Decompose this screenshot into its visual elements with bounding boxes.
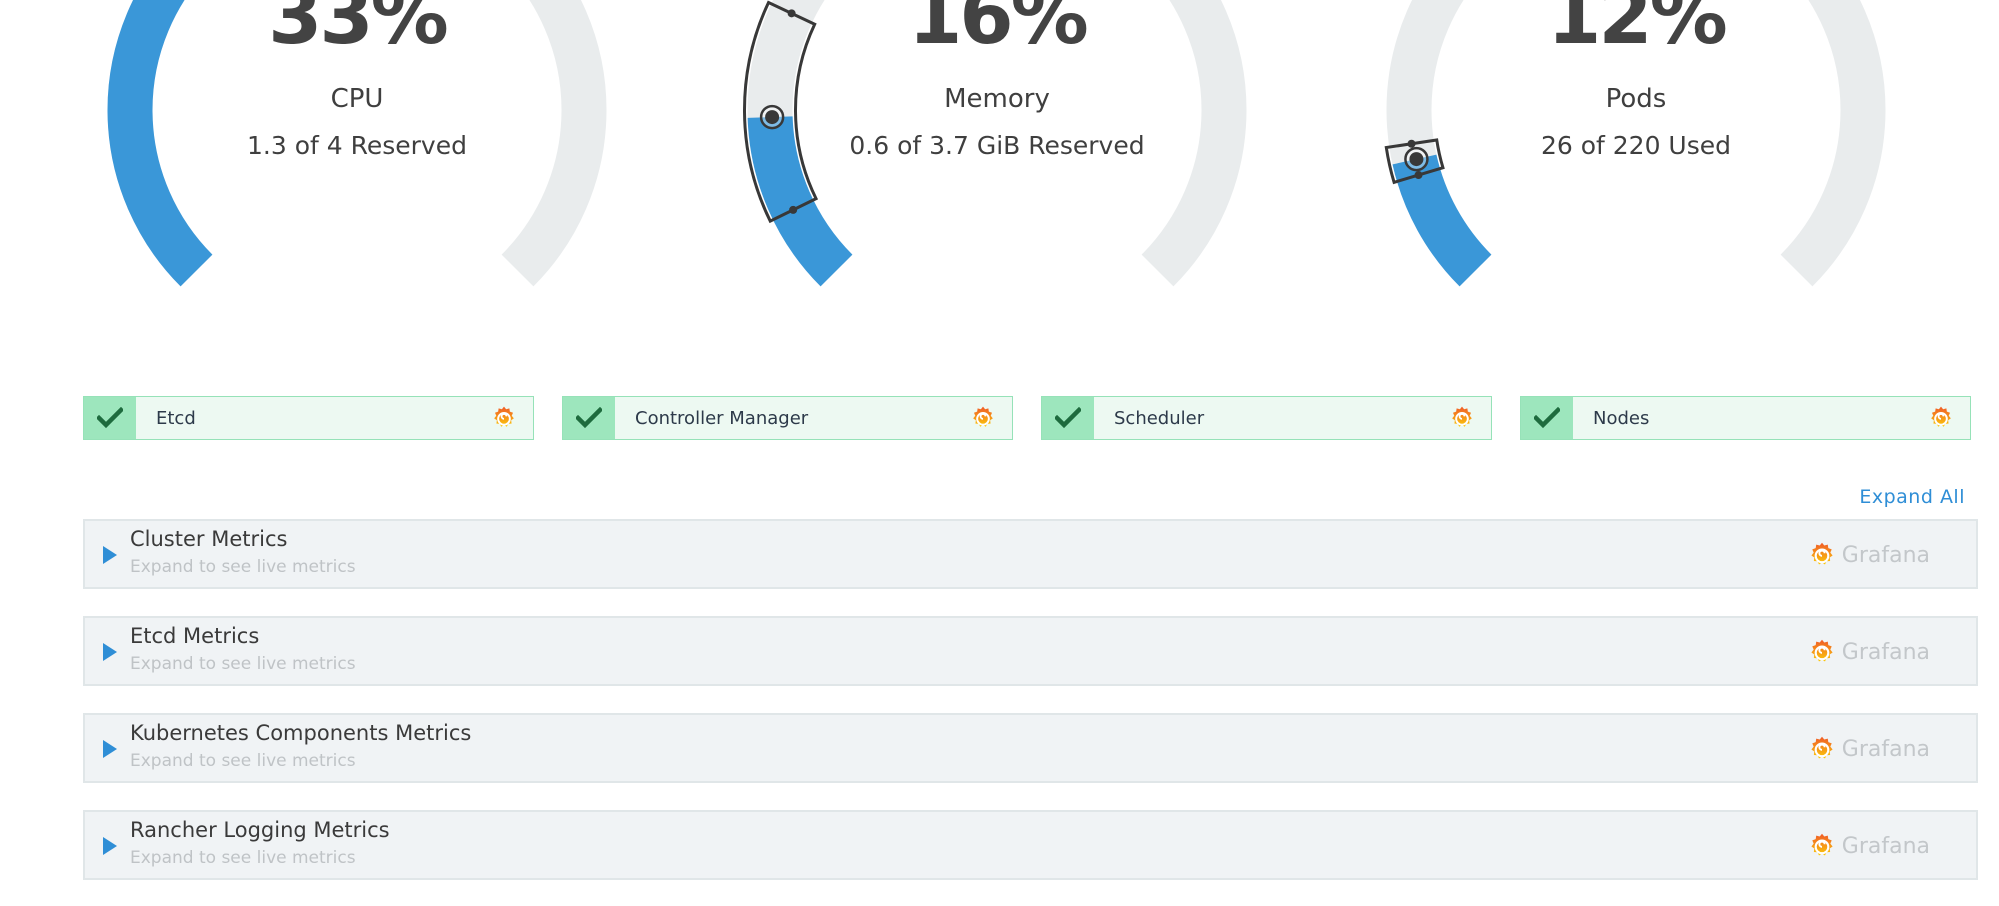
metric-panel-subtitle: Expand to see live metrics: [130, 654, 356, 674]
metric-panel-title: Cluster Metrics: [130, 527, 288, 551]
grafana-icon[interactable]: [1928, 405, 1954, 431]
metric-panel-title: Kubernetes Components Metrics: [130, 721, 472, 745]
grafana-icon: [1808, 832, 1836, 860]
gauge-cpu-label: CPU: [330, 84, 384, 114]
grafana-link-label: Grafana: [1841, 542, 1930, 568]
metric-panel-subtitle: Expand to see live metrics: [130, 751, 356, 771]
expand-arrow-icon[interactable]: [103, 740, 117, 758]
metric-panel-title: Etcd Metrics: [130, 624, 260, 648]
status-card-scheduler[interactable]: Scheduler: [1041, 396, 1492, 440]
grafana-icon[interactable]: [970, 405, 996, 431]
check-icon: [84, 397, 136, 439]
grafana-link-label: Grafana: [1841, 833, 1930, 859]
grafana-icon[interactable]: [491, 405, 517, 431]
metric-panel-subtitle: Expand to see live metrics: [130, 848, 356, 868]
status-card-name: Controller Manager: [635, 407, 809, 429]
grafana-icon: [1808, 541, 1836, 569]
status-card-etcd[interactable]: Etcd: [83, 396, 534, 440]
expand-all-link[interactable]: Expand All: [1859, 486, 1965, 508]
grafana-link-label: Grafana: [1841, 736, 1930, 762]
grafana-link[interactable]: Grafana: [1808, 735, 1930, 763]
grafana-link[interactable]: Grafana: [1808, 541, 1930, 569]
expand-arrow-icon[interactable]: [103, 546, 117, 564]
check-icon: [1042, 397, 1094, 439]
status-card-name: Nodes: [1593, 407, 1650, 429]
status-card-name: Scheduler: [1114, 407, 1205, 429]
metric-panel-subtitle: Expand to see live metrics: [130, 557, 356, 577]
gauge-cpu-detail: 1.3 of 4 Reserved: [247, 131, 467, 160]
status-card-name: Etcd: [156, 407, 196, 429]
metric-panel-kubernetes-components[interactable]: Kubernetes Components Metrics Expand to …: [83, 713, 1978, 783]
grafana-icon: [1808, 735, 1836, 763]
gauge-memory-percent: 16%: [908, 0, 1089, 62]
gauge-memory-detail: 0.6 of 3.7 GiB Reserved: [849, 131, 1145, 160]
gauge-memory-label: Memory: [944, 84, 1050, 114]
handle-grip-start[interactable]: [789, 205, 798, 214]
metric-panel-title: Rancher Logging Metrics: [130, 818, 390, 842]
expand-arrow-icon[interactable]: [103, 837, 117, 855]
expand-arrow-icon[interactable]: [103, 643, 117, 661]
status-card-controller-manager[interactable]: Controller Manager: [562, 396, 1013, 440]
gauge-cpu: 33% CPU 1.3 of 4 Reserved: [37, 0, 677, 300]
status-card-nodes[interactable]: Nodes: [1520, 396, 1971, 440]
metric-panel-etcd[interactable]: Etcd Metrics Expand to see live metrics …: [83, 616, 1978, 686]
check-icon: [563, 397, 615, 439]
gauge-fill: [1392, 154, 1492, 287]
grafana-icon[interactable]: [1449, 405, 1475, 431]
gauge-pods-detail: 26 of 220 Used: [1540, 131, 1732, 160]
gauge-pods: 12% Pods 26 of 220 Used: [1316, 0, 1956, 300]
grafana-icon: [1808, 638, 1836, 666]
gauge-memory: 16% Memory 0.6 of 3.7 GiB Reserved: [677, 0, 1317, 300]
metric-panel-rancher-logging[interactable]: Rancher Logging Metrics Expand to see li…: [83, 810, 1978, 880]
grafana-link[interactable]: Grafana: [1808, 832, 1930, 860]
check-icon: [1521, 397, 1573, 439]
gauge-cpu-percent: 33%: [268, 0, 449, 62]
gauge-pods-label: Pods: [1605, 84, 1667, 114]
grafana-link-label: Grafana: [1841, 639, 1930, 665]
grafana-link[interactable]: Grafana: [1808, 638, 1930, 666]
gauge-pods-percent: 12%: [1547, 0, 1728, 62]
metric-panel-cluster[interactable]: Cluster Metrics Expand to see live metri…: [83, 519, 1978, 589]
handle-grip-start[interactable]: [1414, 171, 1423, 180]
